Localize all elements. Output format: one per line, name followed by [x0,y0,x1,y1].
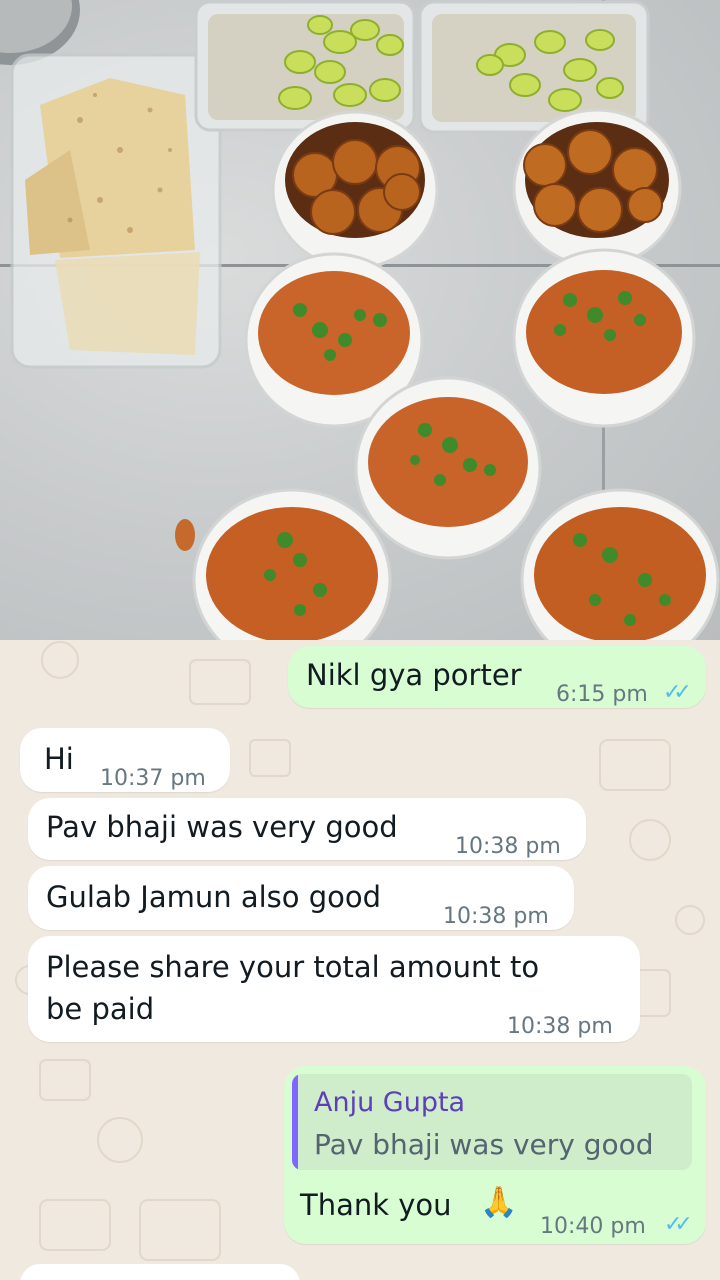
message-text-line-1: Please share your total amount to [46,950,540,984]
chat-conversation[interactable]: Nikl gya porter 6:15 pm ✓✓ Hi 10:37 pm P… [0,640,720,1280]
food-photo [0,0,720,640]
message-text: Pav bhaji was very good [46,810,398,844]
message-time: 10:37 pm [100,766,206,791]
message-time: 10:38 pm [443,904,549,929]
message-bubble-incoming[interactable]: Please share your total amount to be pai… [28,936,640,1042]
food-photo-illustration [0,0,720,640]
read-ticks-icon: ✓✓ [663,680,692,705]
read-ticks-icon: ✓✓ [664,1212,693,1237]
folded-hands-emoji-icon: 🙏 [480,1185,518,1220]
quote-text: Pav bhaji was very good [314,1128,654,1161]
quoted-message[interactable]: Anju Gupta Pav bhaji was very good [292,1074,692,1170]
message-text: Thank you [300,1188,452,1222]
message-text-line-2: be paid [46,992,155,1026]
message-text: Hi [44,742,74,776]
message-time: 6:15 pm [556,682,648,707]
quote-author: Anju Gupta [314,1087,466,1118]
message-time: 10:40 pm [540,1214,646,1239]
message-bubble-incoming-partial[interactable] [20,1264,300,1280]
message-time: 10:38 pm [455,834,561,859]
message-bubble-incoming[interactable]: Hi 10:37 pm [20,728,230,792]
message-bubble-incoming[interactable]: Pav bhaji was very good 10:38 pm [28,798,586,860]
message-bubble-outgoing[interactable]: Nikl gya porter 6:15 pm ✓✓ [288,646,706,708]
message-text: Nikl gya porter [306,658,522,692]
message-bubble-outgoing-reply[interactable]: Anju Gupta Pav bhaji was very good Thank… [284,1066,706,1244]
message-bubble-incoming[interactable]: Gulab Jamun also good 10:38 pm [28,866,574,930]
quote-accent-bar [292,1074,298,1170]
message-time: 10:38 pm [507,1014,613,1039]
message-text: Gulab Jamun also good [46,880,382,914]
